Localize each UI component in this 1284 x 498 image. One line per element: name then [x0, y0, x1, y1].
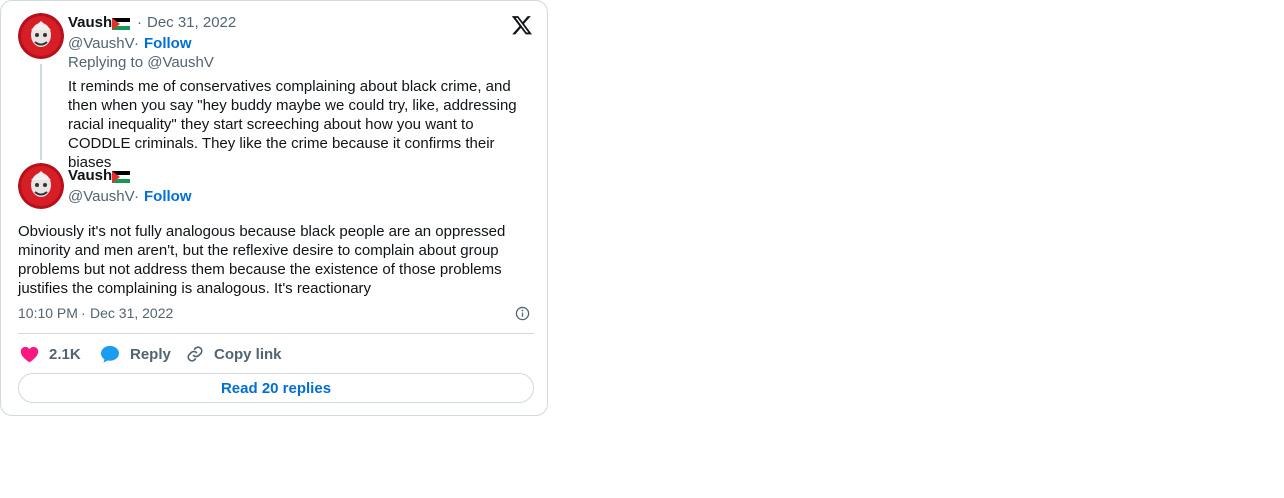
author-name[interactable]: Vaush: [68, 14, 112, 31]
tweet-date[interactable]: Dec 31, 2022: [90, 305, 173, 321]
follow-button[interactable]: Follow: [144, 35, 192, 52]
tweet-time[interactable]: 10:10 PM: [18, 305, 78, 321]
author-name[interactable]: Vaush: [68, 167, 112, 184]
separator: ·: [134, 188, 139, 205]
thread-line: [40, 64, 42, 160]
author-handle[interactable]: @VaushV: [68, 35, 135, 52]
copy-link-button[interactable]: Copy link: [186, 343, 282, 365]
separator: ·: [81, 305, 86, 321]
reply-bubble-icon: [101, 345, 119, 363]
like-button[interactable]: 2.1K: [20, 343, 81, 365]
x-logo-icon[interactable]: [511, 14, 533, 36]
avatar[interactable]: [18, 163, 64, 209]
palestine-flag-icon: [112, 18, 130, 30]
embedded-tweet-card: Vaush · Dec 31, 2022 @VaushV · Follow Re…: [0, 0, 548, 416]
heart-icon: [20, 346, 39, 363]
reply-button[interactable]: Reply: [100, 343, 171, 365]
read-replies-button[interactable]: Read 20 replies: [18, 373, 534, 403]
copy-link-label: Copy link: [214, 345, 282, 363]
author-handle[interactable]: @VaushV: [68, 188, 135, 205]
tweet-date[interactable]: Dec 31, 2022: [147, 14, 236, 31]
separator: ·: [137, 14, 142, 31]
tweet-text: Obviously it's not fully analogous becau…: [18, 223, 506, 297]
separator: ·: [134, 35, 139, 52]
replying-to[interactable]: Replying to @VaushV: [68, 54, 214, 71]
palestine-flag-icon: [112, 171, 130, 183]
divider: [18, 333, 534, 334]
link-icon: [187, 346, 203, 362]
avatar[interactable]: [18, 13, 64, 59]
follow-button[interactable]: Follow: [144, 188, 192, 205]
parent-tweet-text: It reminds me of conservatives complaini…: [68, 78, 517, 171]
info-icon[interactable]: [515, 306, 530, 321]
reply-label: Reply: [130, 345, 171, 363]
like-count: 2.1K: [49, 345, 81, 363]
